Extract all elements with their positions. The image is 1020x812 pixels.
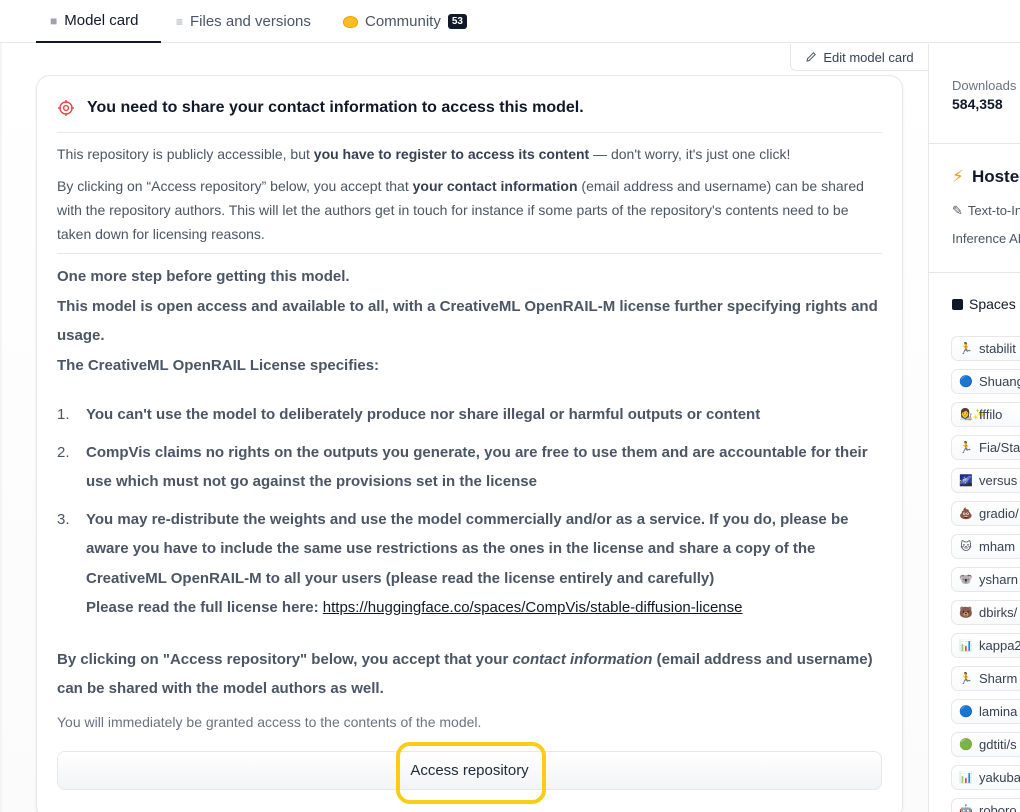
tab-label: Community — [365, 13, 441, 30]
space-icon: 🤖 — [959, 805, 973, 812]
space-item[interactable]: 🤖 roboro — [951, 798, 1020, 812]
license-term: 2. CompVis claims no rights on the outpu… — [57, 443, 868, 491]
tag-icon: ✎ — [952, 203, 963, 218]
space-icon: 🌌 — [959, 475, 973, 487]
divider — [57, 253, 882, 254]
access-consent-text: By clicking on "Access repository" below… — [57, 651, 873, 697]
space-item[interactable]: 🐱 mham — [951, 534, 1020, 559]
gated-access-card: You need to share your contact informati… — [36, 75, 903, 812]
spaces-list: 🏃 stabilit 🔵 Shuang 👩‍🎨✨ fffilo 🏃 Fia/Sta 🌌 v… — [951, 336, 1020, 812]
files-icon: ≡ — [176, 14, 184, 29]
model-tabs: ■ Model card ≡ Files and versions Commun… — [0, 0, 1020, 43]
space-icon: 📊 — [959, 772, 973, 784]
divider — [929, 143, 1020, 144]
license-intro: One more step before getting this model.… — [57, 262, 884, 380]
license-link[interactable]: https://huggingface.co/spaces/CompVis/st… — [323, 599, 743, 616]
access-repository-button[interactable]: Access repository — [57, 751, 882, 790]
space-item[interactable]: 📊 kappa2 — [951, 633, 1020, 658]
lightning-icon: ⚡ — [952, 167, 964, 186]
downloads-count: 584,358 — [952, 96, 1003, 112]
spaces-title: Spaces — [969, 296, 1016, 312]
space-icon: 🟢 — [959, 739, 973, 751]
tab-model-card[interactable]: ■ Model card — [36, 0, 161, 43]
inference-api-label: Inference AF — [952, 231, 1020, 246]
downloads-label: Downloads — [952, 78, 1017, 93]
space-item[interactable]: 🟢 gdtiti/s — [951, 732, 1020, 757]
hosted-inference-header: ⚡ Hosted — [952, 167, 1020, 187]
tab-label: Model card — [64, 12, 139, 29]
gate-title: You need to share your contact informati… — [87, 99, 584, 116]
tab-community[interactable]: Community 53 — [343, 0, 467, 43]
hosted-title: Hosted — [971, 167, 1020, 186]
space-item[interactable]: 🐻 dbirks/ — [951, 600, 1020, 625]
license-term: 3. You may re-distribute the weights and… — [57, 505, 884, 623]
space-item[interactable]: 🌌 versus — [951, 468, 1020, 493]
card-header: You need to share your contact informati… — [57, 99, 882, 117]
space-icon: 👩‍🎨✨ — [959, 409, 987, 421]
community-icon — [343, 15, 358, 28]
space-icon: 🏃 — [959, 673, 973, 685]
divider — [929, 272, 1020, 273]
space-item[interactable]: 🔵 Shuang — [951, 369, 1020, 394]
license-line: This model is open access and available … — [57, 297, 878, 345]
space-icon: 🏃 — [959, 343, 973, 355]
space-item[interactable]: 💩 gradio/ — [951, 501, 1020, 526]
read-full-license: Please read the full license here: https… — [86, 599, 743, 616]
task-label: Text-to-In — [967, 203, 1020, 218]
space-icon: 🐻 — [959, 607, 973, 619]
license-term: 1. You can't use the model to deliberate… — [57, 406, 761, 423]
pencil-icon — [806, 52, 817, 62]
gated-lock-icon — [58, 100, 74, 116]
edit-model-card-button[interactable]: Edit model card — [790, 44, 928, 71]
license-line: One more step before getting this model. — [57, 268, 350, 285]
space-icon: 🔵 — [959, 706, 973, 718]
sidebar-divider — [928, 44, 929, 812]
edit-model-card-label: Edit model card — [823, 49, 914, 65]
space-icon: 🐱 — [960, 541, 972, 553]
space-item[interactable]: 🏃 stabilit — [951, 336, 1020, 361]
contact-info-text: By clicking on “Access repository” below… — [57, 178, 864, 242]
space-item[interactable]: 📊 yakuba — [951, 765, 1020, 790]
space-item[interactable]: 👩‍🎨✨ fffilo — [951, 402, 1020, 427]
space-item[interactable]: 🐨 ysharn — [951, 567, 1020, 592]
space-item[interactable]: 🏃 Fia/Sta — [951, 435, 1020, 460]
space-icon: 💩 — [959, 508, 973, 520]
spaces-header: Spaces — [952, 296, 1016, 312]
public-access-text: This repository is publicly accessible, … — [57, 146, 791, 162]
granted-note: You will immediately be granted access t… — [57, 714, 482, 730]
space-icon: 🏃 — [959, 442, 973, 454]
cube-icon: ■ — [50, 13, 58, 28]
license-line: The CreativeML OpenRAIL License specifie… — [57, 356, 380, 374]
community-count-badge: 53 — [447, 14, 467, 29]
license-terms-list: 1. You can't use the model to deliberate… — [57, 400, 884, 623]
space-item[interactable]: 🔵 lamina — [951, 699, 1020, 724]
spaces-icon — [952, 298, 963, 310]
tab-label: Files and versions — [190, 13, 311, 30]
divider — [57, 132, 882, 133]
space-icon: 📊 — [959, 640, 973, 652]
pipeline-tag[interactable]: ✎ Text-to-In — [952, 203, 1020, 219]
tab-files-and-versions[interactable]: ≡ Files and versions — [176, 0, 311, 43]
space-icon: 🔵 — [959, 376, 973, 388]
space-item[interactable]: 🏃 Sharm — [951, 666, 1020, 691]
space-icon: 🐨 — [959, 574, 973, 586]
